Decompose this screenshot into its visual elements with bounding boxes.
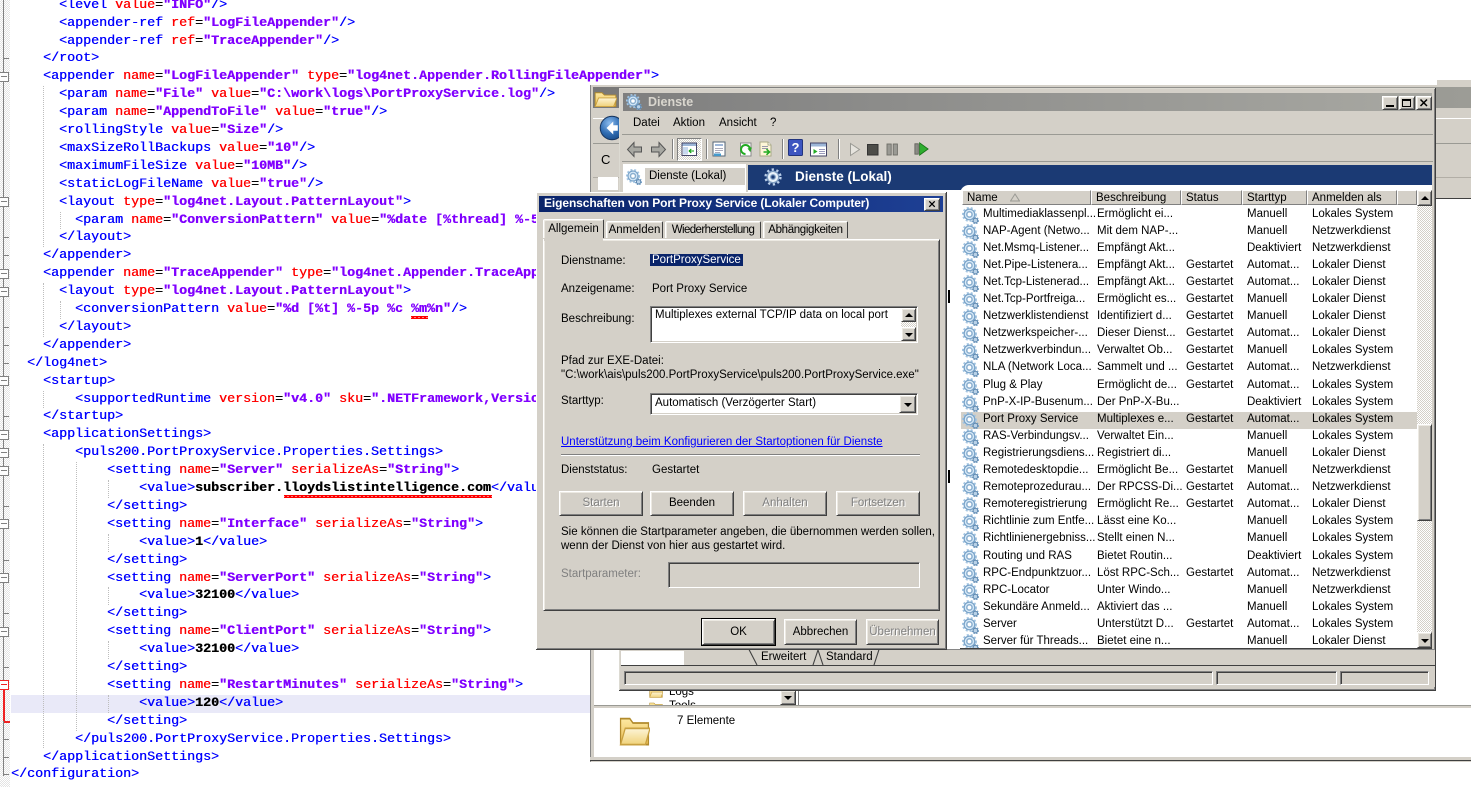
svg-text:?: ?	[792, 140, 800, 155]
